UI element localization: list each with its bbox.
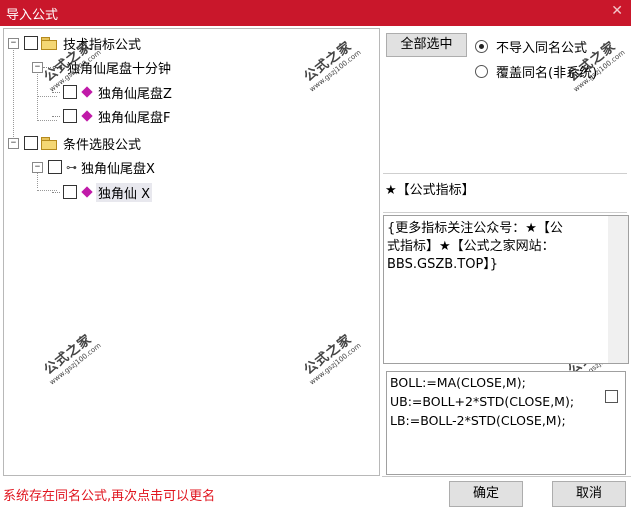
tree-checkbox[interactable] [63, 109, 77, 123]
tree-node-label: 独角仙尾盘X [81, 161, 155, 177]
cancel-button[interactable]: 取消 [552, 481, 626, 507]
tree-checkbox[interactable] [24, 136, 38, 150]
formula-icon [81, 110, 93, 122]
tree-node-formula[interactable]: 独角仙 X [52, 182, 153, 202]
radio-skip-same-name[interactable]: 不导入同名公式 [475, 37, 587, 56]
tree-node-group2[interactable]: − 条件选股公式 [8, 133, 143, 153]
tree-node-label: 独角仙尾盘Z [98, 86, 172, 102]
radio-unselected-icon[interactable] [475, 65, 488, 78]
window-title: 导入公式 [6, 8, 59, 23]
key-icon: ⊶ [52, 60, 63, 74]
description-text: {更多指标关注公众号：★【公 式指标】★【公式之家网站： BBS.GSZB.TO… [387, 220, 606, 274]
tree-connector [52, 115, 60, 117]
radio-skip-label: 不导入同名公式 [496, 41, 588, 56]
radio-overwrite-same-name[interactable]: 覆盖同名(非系统) [475, 62, 597, 81]
formula-icon [81, 86, 93, 98]
formula-code-panel[interactable]: BOLL:=MA(CLOSE,M); UB:=BOLL+2*STD(CLOSE,… [386, 371, 626, 475]
tree-node-label: 独角仙 X [96, 182, 153, 202]
tree-connector [13, 48, 14, 143]
title-bar: 导入公式 ✕ [0, 0, 631, 26]
formula-checkbox[interactable] [605, 390, 618, 403]
tree-checkbox[interactable] [48, 160, 62, 174]
divider [382, 476, 631, 477]
tree-node-formula[interactable]: 独角仙尾盘Z [52, 82, 174, 102]
tree-node-formula[interactable]: 独角仙尾盘F [52, 106, 172, 126]
memo-scrollbar[interactable] [608, 216, 628, 363]
tree-node-label: 独角仙尾盘十分钟 [67, 61, 172, 77]
description-memo[interactable]: {更多指标关注公众号：★【公 式指标】★【公式之家网站： BBS.GSZB.TO… [383, 215, 629, 364]
status-bar: 系统存在同名公式,再次点击可以更名 [3, 478, 380, 510]
collapse-icon[interactable]: − [32, 161, 43, 173]
tree-checkbox[interactable] [63, 185, 77, 199]
collapse-icon[interactable]: − [8, 137, 19, 149]
collapse-icon[interactable]: − [32, 61, 43, 73]
status-text: 系统存在同名公式,再次点击可以更名 [3, 489, 216, 504]
formula-icon [81, 186, 93, 198]
tree-node-label: 技术指标公式 [63, 37, 142, 53]
description-title: ★【公式指标】 [385, 183, 475, 198]
tree-checkbox[interactable] [63, 85, 77, 99]
description-title-bar: ★【公式指标】 [383, 173, 627, 213]
description-line: BBS.GSZB.TOP】} [387, 257, 499, 272]
ok-button[interactable]: 确定 [449, 481, 523, 507]
collapse-icon[interactable]: − [8, 37, 19, 49]
tree-node-label: 条件选股公式 [63, 137, 142, 153]
select-all-button[interactable]: 全部选中 [386, 33, 467, 57]
tree-node-group1-child[interactable]: − ⊶ 独角仙尾盘十分钟 [32, 57, 173, 77]
tree-connector [52, 191, 60, 193]
folder-icon [41, 37, 57, 50]
formula-tree[interactable]: − 技术指标公式 − ⊶ 独角仙尾盘十分钟 独角仙尾盘Z 独角仙尾盘F − 条件… [3, 28, 380, 476]
radio-overwrite-label: 覆盖同名(非系统) [496, 66, 598, 81]
formula-line: LB:=BOLL-2*STD(CLOSE,M); [390, 413, 566, 428]
formula-line: BOLL:=MA(CLOSE,M); [390, 375, 526, 390]
tree-connector [52, 91, 60, 93]
description-line: {更多指标关注公众号：★【公 [387, 221, 563, 236]
tree-node-group2-child[interactable]: − ⊶ 独角仙尾盘X [32, 157, 157, 177]
tree-connector [43, 66, 51, 68]
tree-node-group1[interactable]: − 技术指标公式 [8, 33, 143, 53]
tree-checkbox[interactable] [24, 36, 38, 50]
close-icon[interactable]: ✕ [611, 3, 623, 19]
radio-selected-icon[interactable] [475, 40, 488, 53]
key-icon: ⊶ [66, 160, 77, 174]
tree-node-label: 独角仙尾盘F [98, 110, 171, 126]
folder-icon [41, 137, 57, 150]
formula-line: UB:=BOLL+2*STD(CLOSE,M); [390, 394, 575, 409]
description-line: 式指标】★【公式之家网站： [387, 239, 555, 254]
